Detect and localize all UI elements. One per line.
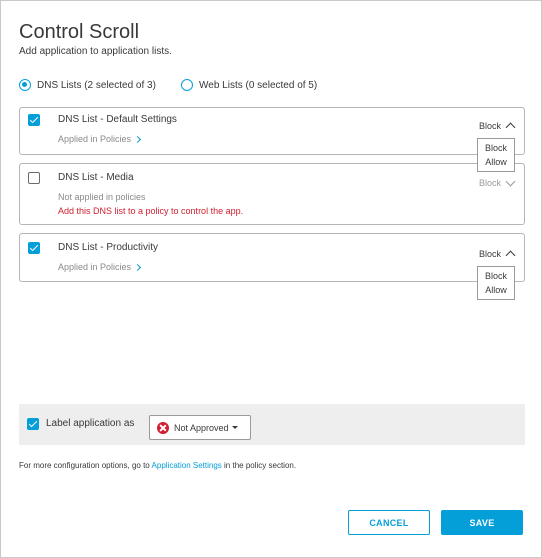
dialog-subtitle: Add application to application lists.	[19, 46, 172, 57]
control-scroll-dialog: Control Scroll Add application to applic…	[0, 0, 542, 558]
approval-status-value: Not Approved	[174, 422, 229, 433]
action-value: Block	[478, 248, 501, 259]
action-value: Block	[478, 178, 501, 188]
save-button[interactable]: SAVE	[441, 510, 523, 535]
applied-in-policies-link[interactable]: Applied in Policies	[58, 262, 142, 272]
applied-in-policies-link[interactable]: Applied in Policies	[58, 134, 142, 144]
chevron-up-icon	[505, 122, 516, 133]
dns-list-name: DNS List - Default Settings	[58, 114, 177, 125]
dialog-title: Control Scroll	[19, 21, 140, 43]
web-lists-radio[interactable]	[181, 79, 193, 91]
caret-down-icon	[231, 426, 238, 429]
action-dropdown[interactable]: Block	[478, 120, 516, 133]
x-circle-icon	[157, 421, 169, 434]
policy-status-text: Applied in Policies	[58, 134, 132, 144]
dns-list-card-media: DNS List - Media Not applied in policies…	[19, 163, 525, 225]
application-settings-link[interactable]: Application Settings	[152, 461, 222, 470]
dns-lists-label: DNS Lists (2 selected of 3)	[37, 79, 156, 91]
dns-lists-radio[interactable]	[19, 79, 31, 91]
web-lists-radio-option[interactable]: Web Lists (0 selected of 5)	[181, 79, 317, 91]
action-menu: Block Allow	[477, 266, 515, 300]
footer-suffix: in the policy section.	[221, 461, 297, 470]
label-application-text: Label application as	[46, 418, 135, 429]
dns-list-default-settings-checkbox[interactable]	[28, 114, 40, 126]
dns-list-name: DNS List - Media	[58, 172, 134, 183]
action-value: Block	[478, 120, 501, 131]
dns-lists-radio-option[interactable]: DNS Lists (2 selected of 3)	[19, 79, 156, 91]
action-dropdown-disabled: Block	[478, 176, 516, 188]
dns-list-card-productivity: DNS List - Productivity Applied in Polic…	[19, 233, 525, 282]
chevron-right-icon	[134, 263, 142, 271]
label-application-bar: Label application as Not Approved	[19, 404, 525, 445]
dns-list-media-checkbox[interactable]	[28, 172, 40, 184]
menu-item-allow[interactable]: Allow	[478, 283, 514, 297]
web-lists-label: Web Lists (0 selected of 5)	[199, 79, 318, 91]
policy-status-text: Applied in Policies	[58, 262, 132, 272]
policy-warning-text: Add this DNS list to a policy to control…	[58, 206, 244, 216]
dns-list-card-default-settings: DNS List - Default Settings Applied in P…	[19, 107, 525, 155]
action-dropdown[interactable]: Block	[478, 248, 516, 261]
policy-status-text: Not applied in policies	[58, 192, 146, 202]
menu-item-allow[interactable]: Allow	[478, 155, 514, 169]
chevron-down-icon	[505, 176, 516, 187]
menu-item-block[interactable]: Block	[478, 141, 514, 155]
approval-status-dropdown[interactable]: Not Approved	[149, 415, 251, 440]
dns-list-productivity-checkbox[interactable]	[28, 242, 40, 254]
chevron-right-icon	[134, 135, 142, 143]
footer-prefix: For more configuration options, go to	[19, 461, 152, 470]
label-application-checkbox[interactable]	[27, 418, 39, 430]
menu-item-block[interactable]: Block	[478, 269, 514, 283]
cancel-button[interactable]: CANCEL	[348, 510, 430, 535]
chevron-up-icon	[505, 250, 516, 261]
dns-list-name: DNS List - Productivity	[58, 242, 159, 253]
action-menu: Block Allow	[477, 138, 515, 172]
footer-note: For more configuration options, go to Ap…	[19, 461, 296, 470]
